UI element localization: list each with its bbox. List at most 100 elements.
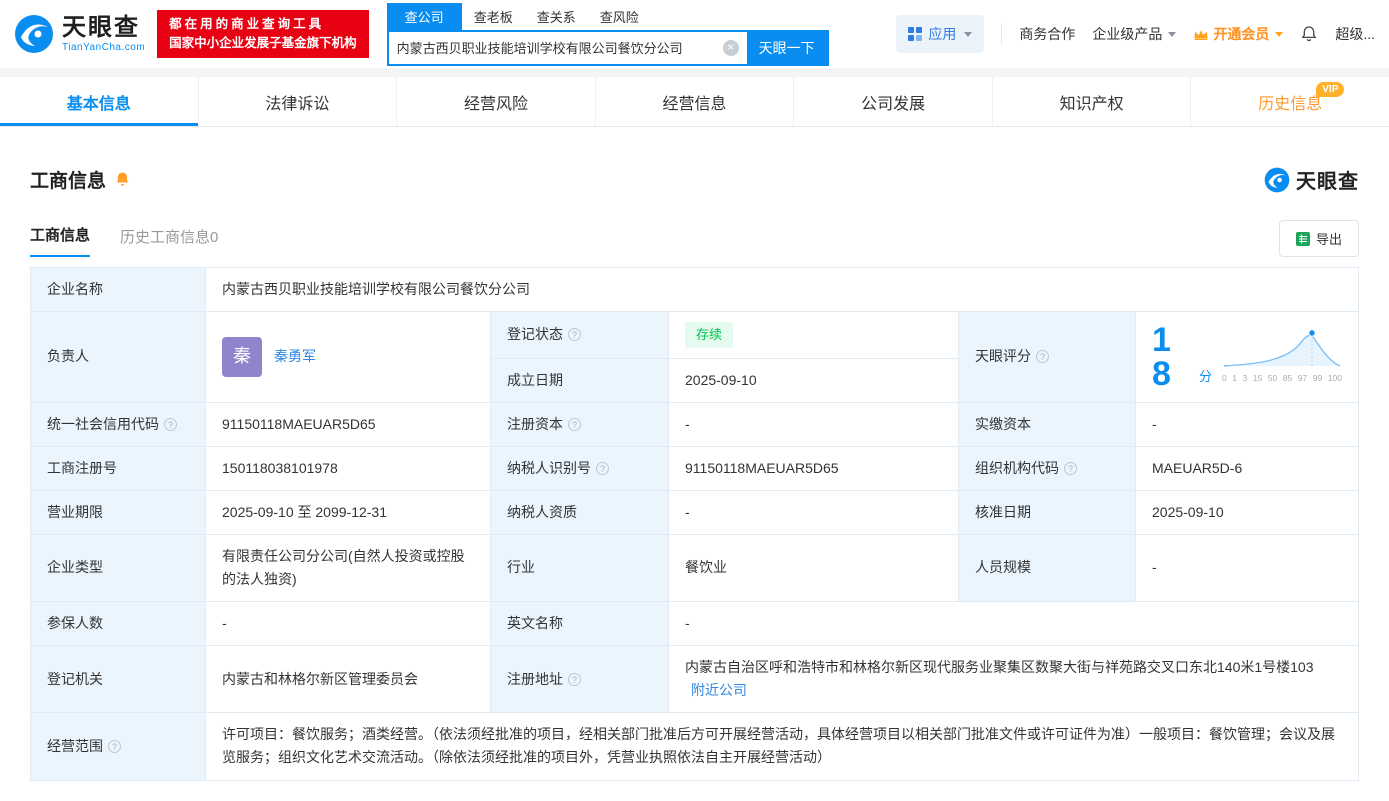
- industry-label: 行业: [490, 533, 669, 603]
- org-code-value: MAEUAR5D-6: [1135, 445, 1359, 491]
- search-tab-risk[interactable]: 查风险: [588, 3, 651, 30]
- logo-name: 天眼查: [62, 14, 140, 42]
- header-right: 应用 商务合作 企业级产品 开通会员 超级...: [896, 15, 1375, 53]
- notifications-bell-icon[interactable]: [1300, 25, 1318, 43]
- score-axis-ticks: 0 1 3 15 50 85 97 99 100: [1222, 373, 1342, 384]
- est-date-value: 2025-09-10: [668, 357, 959, 403]
- super-vip-link[interactable]: 超级...: [1335, 24, 1375, 44]
- logo-domain: TianYanCha.com: [62, 41, 146, 53]
- reg-authority-label: 登记机关: [30, 645, 206, 714]
- clear-search-icon[interactable]: ×: [722, 39, 739, 56]
- table-row: 企业名称 内蒙古西贝职业技能培训学校有限公司餐饮分公司: [30, 266, 1359, 313]
- enterprise-products-link[interactable]: 企业级产品: [1092, 24, 1177, 44]
- tab-operation-info[interactable]: 经营信息: [596, 77, 795, 126]
- reg-capital-value: -: [668, 401, 959, 447]
- help-icon[interactable]: [1036, 350, 1049, 364]
- chevron-down-icon: [964, 31, 973, 37]
- score-curve-chart: [1223, 329, 1341, 368]
- help-icon[interactable]: [596, 461, 609, 475]
- search-tab-boss[interactable]: 查老板: [462, 3, 525, 30]
- tab-intellectual-property[interactable]: 知识产权: [993, 77, 1192, 126]
- excel-export-icon: [1295, 231, 1310, 246]
- search-tabs: 查公司 查老板 查关系 查风险: [386, 2, 829, 30]
- export-button[interactable]: 导出: [1278, 220, 1359, 257]
- business-info-table: 企业名称 内蒙古西贝职业技能培训学校有限公司餐饮分公司 负责人 秦 秦勇军 登记…: [30, 266, 1359, 781]
- reg-address-cell: 内蒙古自治区呼和浩特市和林格尔新区现代服务业聚集区数聚大街与祥苑路交叉口东北14…: [668, 645, 1359, 714]
- sub-tabs-row: 工商信息 历史工商信息0 导出: [30, 220, 1359, 257]
- help-icon[interactable]: [568, 328, 581, 342]
- business-scope-label-text: 经营范围: [47, 737, 103, 754]
- chevron-down-icon: [1168, 31, 1177, 37]
- help-icon[interactable]: [164, 417, 177, 431]
- open-vip-label: 开通会员: [1213, 26, 1270, 42]
- tab-operation-risk[interactable]: 经营风险: [397, 77, 596, 126]
- search-button[interactable]: 天眼一下: [746, 31, 827, 64]
- watermark-brand-name: 天眼查: [1296, 171, 1359, 193]
- apps-menu[interactable]: 应用: [896, 15, 985, 53]
- business-scope-value: 许可项目：餐饮服务；酒类经营。（依法须经批准的项目，经相关部门批准后方可开展经营…: [205, 712, 1359, 781]
- taxpayer-id-label: 纳税人识别号: [490, 445, 669, 491]
- nearby-companies-link[interactable]: 附近公司: [691, 682, 747, 698]
- biz-cooperation-link[interactable]: 商务合作: [1019, 24, 1075, 44]
- reg-capital-label: 注册资本: [490, 401, 669, 447]
- taxpayer-quality-value: -: [668, 489, 959, 535]
- tianyancha-logo-icon: [15, 15, 53, 53]
- logo-text: 天眼查 TianYanCha.com: [62, 14, 146, 53]
- score-value: 18: [1152, 320, 1171, 393]
- reg-number-label: 工商注册号: [30, 445, 206, 491]
- reg-capital-label-text: 注册资本: [507, 415, 563, 432]
- section-title: 工商信息: [30, 171, 107, 192]
- score-cell: 18 分 0 1 3 15 50 85 97 99 100: [1135, 311, 1359, 403]
- chevron-down-icon: [1275, 31, 1284, 37]
- export-label: 导出: [1315, 232, 1342, 247]
- search-tab-company[interactable]: 查公司: [386, 2, 462, 30]
- taxpayer-quality-label: 纳税人资质: [490, 489, 669, 535]
- tab-legal-lawsuits[interactable]: 法律诉讼: [199, 77, 398, 126]
- paid-capital-label: 实缴资本: [958, 401, 1136, 447]
- taxpayer-id-value: 91150118MAEUAR5D65: [668, 445, 959, 491]
- vip-badge: VIP: [1316, 82, 1345, 97]
- uscc-label-text: 统一社会信用代码: [47, 415, 159, 432]
- legal-rep-avatar[interactable]: 秦: [222, 336, 262, 377]
- subscribe-bell-icon[interactable]: [114, 171, 131, 188]
- open-vip-link[interactable]: 开通会员: [1193, 24, 1284, 44]
- slogan-banner: 都在用的商业查询工具 国家中小企业发展子基金旗下机构: [157, 9, 369, 59]
- help-icon[interactable]: [1064, 461, 1077, 475]
- divider: [1001, 23, 1003, 45]
- taxpayer-id-label-text: 纳税人识别号: [507, 459, 591, 476]
- staff-size-value: -: [1135, 533, 1359, 603]
- help-icon[interactable]: [568, 672, 581, 686]
- slogan-line2: 国家中小企业发展子基金旗下机构: [169, 36, 357, 50]
- approval-date-value: 2025-09-10: [1135, 489, 1359, 535]
- business-term-value: 2025-09-10 至 2099-12-31: [205, 489, 491, 535]
- business-scope-label: 经营范围: [30, 712, 206, 781]
- est-date-label: 成立日期: [490, 357, 669, 403]
- help-icon[interactable]: [568, 417, 581, 431]
- legal-rep-link[interactable]: 秦勇军: [274, 345, 316, 368]
- company-nav-tabs: 基本信息 法律诉讼 经营风险 经营信息 公司发展 知识产权 历史信息 VIP: [0, 77, 1389, 127]
- search-tab-relation[interactable]: 查关系: [525, 3, 588, 30]
- search-input[interactable]: [388, 31, 723, 64]
- paid-capital-value: -: [1135, 401, 1359, 447]
- table-row: 负责人 秦 秦勇军 登记状态 存续 天眼评分 18 分: [30, 311, 1359, 403]
- tab-history-label: 历史信息: [1258, 95, 1323, 113]
- company-type-value: 有限责任公司分公司(自然人投资或控股的法人独资): [205, 533, 491, 603]
- industry-value: 餐饮业: [668, 533, 959, 603]
- company-name-label: 企业名称: [30, 266, 206, 313]
- reg-number-value: 150118038101978: [205, 445, 491, 491]
- slogan-line1: 都在用的商业查询工具: [169, 16, 325, 31]
- tab-history-info[interactable]: 历史信息 VIP: [1191, 77, 1389, 126]
- header-divider-band: [0, 68, 1389, 77]
- subtab-business-info[interactable]: 工商信息: [30, 224, 91, 257]
- subtab-history-business-info[interactable]: 历史工商信息0: [120, 226, 218, 257]
- org-code-label-text: 组织机构代码: [975, 459, 1059, 476]
- tab-basic-info[interactable]: 基本信息: [0, 77, 199, 126]
- score-label: 天眼评分: [958, 311, 1136, 403]
- section-header: 工商信息 天眼查: [30, 165, 1359, 194]
- tianyancha-logo[interactable]: 天眼查 TianYanCha.com: [14, 14, 145, 54]
- help-icon[interactable]: [108, 739, 121, 753]
- subtab-history-count: 0: [210, 229, 219, 246]
- legal-rep-label: 负责人: [30, 311, 206, 403]
- score-unit: 分: [1198, 369, 1212, 385]
- tab-company-development[interactable]: 公司发展: [794, 77, 993, 126]
